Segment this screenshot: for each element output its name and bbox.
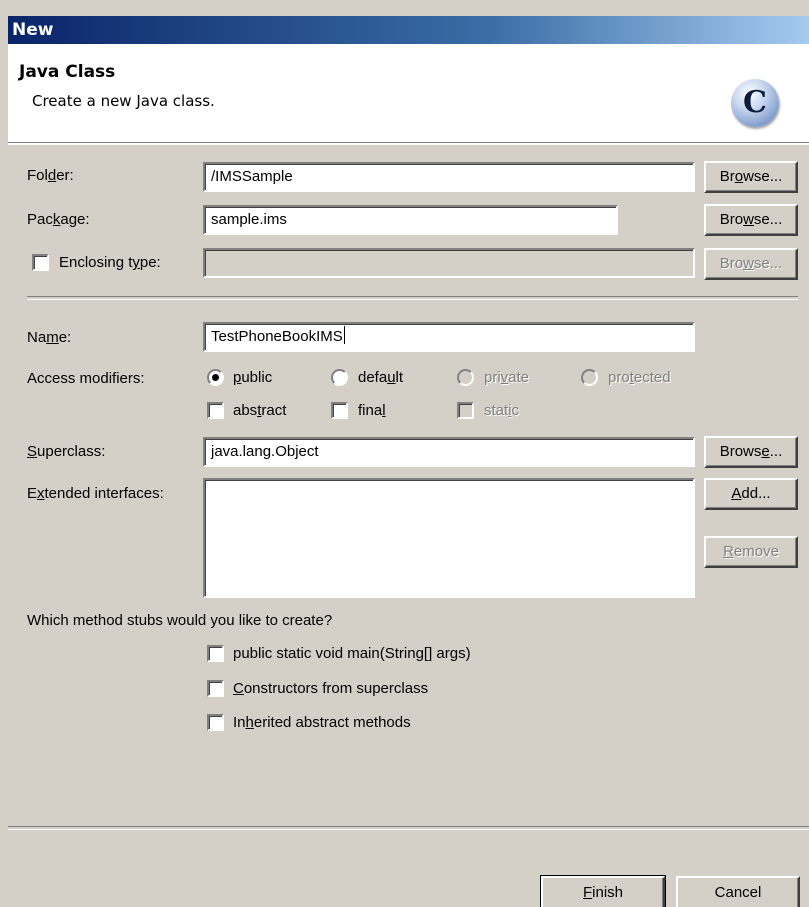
constructors-checkbox[interactable]: [207, 680, 224, 697]
header-separator: [8, 142, 809, 145]
final-label: final: [358, 402, 386, 419]
text-caret: [343, 326, 345, 344]
abstract-label: abstract: [233, 402, 287, 419]
name-input[interactable]: TestPhoneBookIMS: [203, 322, 695, 352]
static-label: static: [484, 402, 520, 419]
folder-browse-button[interactable]: Browse...: [704, 161, 798, 193]
method-stubs-question: Which method stubs would you like to cre…: [27, 612, 333, 629]
enclosing-type-label: Enclosing type:: [59, 254, 161, 271]
package-input[interactable]: sample.ims: [203, 205, 618, 235]
default-label: default: [358, 369, 404, 386]
constructors-label: Constructors from superclass: [233, 680, 429, 697]
wizard-description: Create a new Java class.: [32, 92, 215, 110]
name-label: Name:: [27, 329, 72, 346]
package-browse-button[interactable]: Browse...: [704, 204, 798, 236]
add-interface-button[interactable]: Add...: [704, 478, 798, 510]
abstract-checkbox[interactable]: [207, 402, 224, 419]
public-label: public: [233, 369, 273, 386]
extended-interfaces-label: Extended interfaces:: [27, 485, 164, 502]
superclass-label: Superclass:: [27, 443, 106, 460]
remove-interface-button: Remove: [704, 536, 798, 568]
protected-radio: [581, 369, 598, 386]
java-class-icon-letter: C: [743, 85, 767, 120]
new-java-class-dialog: New Java Class Create a new Java class. …: [0, 0, 809, 907]
section-separator: [27, 296, 798, 300]
package-label: Package:: [27, 211, 90, 228]
protected-label: protected: [608, 369, 671, 386]
enclosing-type-input: [203, 248, 695, 278]
superclass-input[interactable]: java.lang.Object: [203, 437, 695, 467]
java-class-icon: C: [731, 79, 779, 127]
superclass-browse-button[interactable]: Browse...: [704, 436, 798, 468]
enclosing-type-checkbox[interactable]: [32, 254, 49, 271]
enclosing-type-browse-button: Browse...: [704, 248, 798, 280]
inherited-methods-checkbox[interactable]: [207, 714, 224, 731]
final-checkbox[interactable]: [331, 402, 348, 419]
access-modifiers-label: Access modifiers:: [27, 370, 145, 387]
main-method-checkbox[interactable]: [207, 645, 224, 662]
footer-separator: [8, 826, 809, 830]
private-radio: [457, 369, 474, 386]
static-checkbox: [457, 402, 474, 419]
public-radio[interactable]: [207, 369, 224, 386]
cancel-button[interactable]: Cancel: [676, 876, 800, 907]
folder-input[interactable]: /IMSSample: [203, 162, 695, 192]
finish-button[interactable]: Finish: [540, 875, 666, 907]
main-method-label: public static void main(String[] args): [233, 645, 471, 662]
window-title: New: [12, 20, 54, 40]
default-radio[interactable]: [331, 369, 348, 386]
wizard-title: Java Class: [19, 62, 116, 82]
folder-label: Folder:: [27, 167, 74, 184]
extended-interfaces-list[interactable]: [203, 478, 695, 598]
title-bar[interactable]: New: [8, 16, 809, 44]
private-label: private: [484, 369, 530, 386]
inherited-methods-label: Inherited abstract methods: [233, 714, 411, 731]
